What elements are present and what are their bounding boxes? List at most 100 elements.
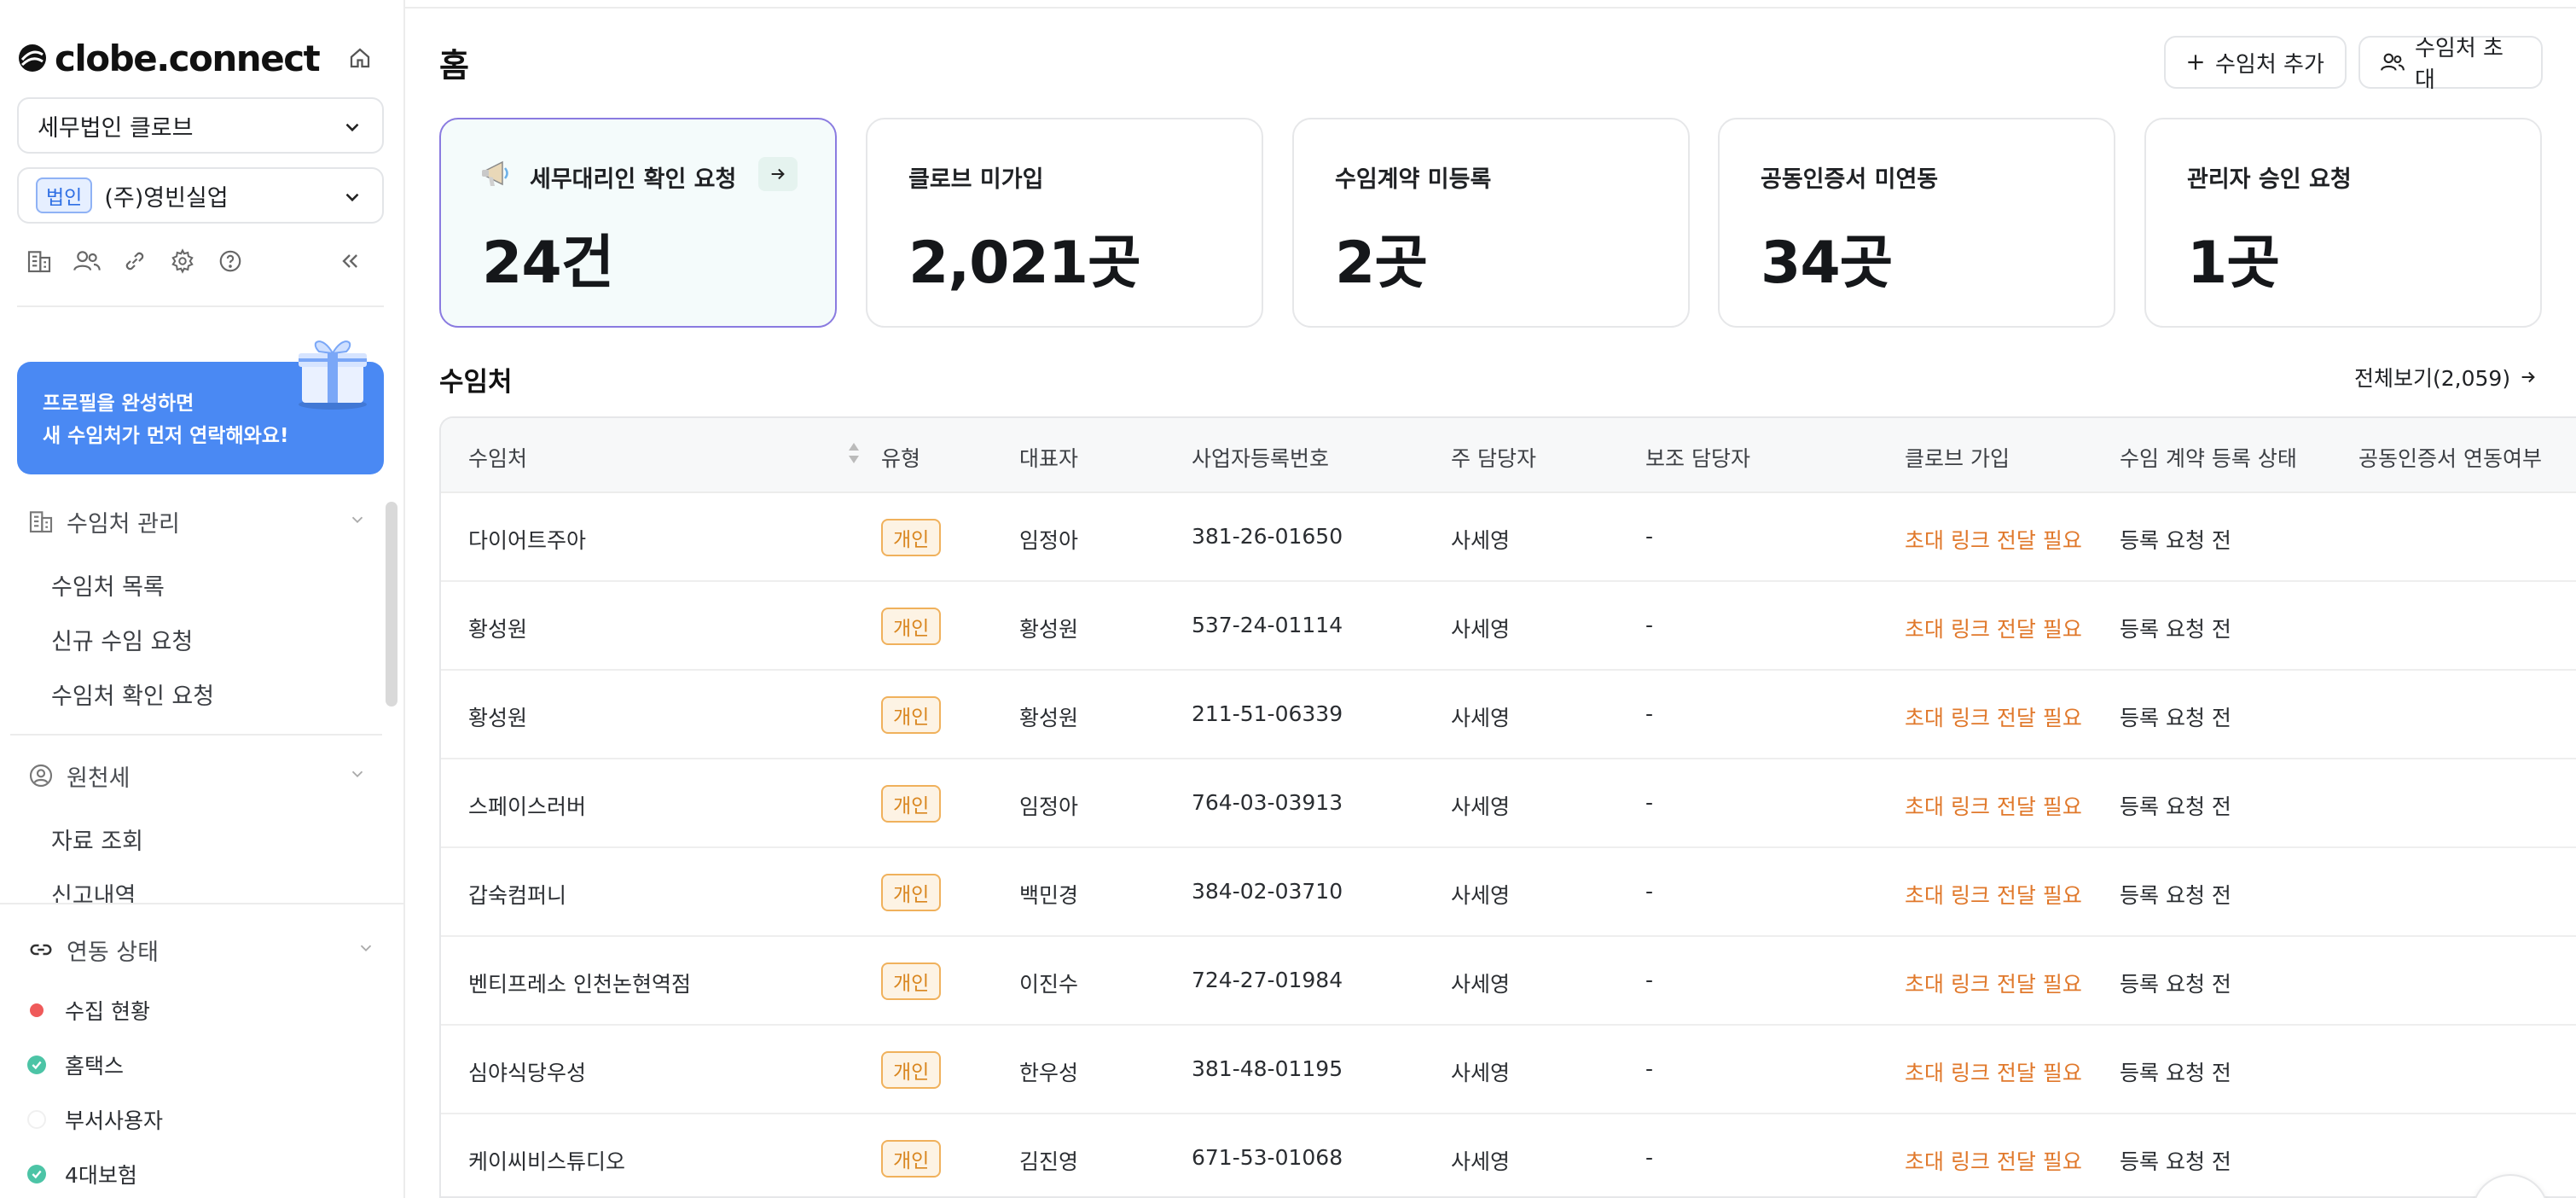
view-all-link[interactable]: 전체보기(2,059)	[2354, 362, 2538, 393]
card-label: 관리자 승인 요청	[2187, 166, 2352, 193]
main-manager: 사세영	[1451, 794, 1511, 819]
link-icon	[26, 934, 56, 965]
menu-item-new-request[interactable]: 신규 수임 요청	[51, 623, 193, 656]
clobe-join-status[interactable]: 초대 링크 전달 필요	[1905, 968, 2082, 998]
clobe-join-status[interactable]: 초대 링크 전달 필요	[1905, 701, 2082, 732]
arrow-right-icon	[2521, 371, 2535, 383]
business-number: 724-27-01984	[1192, 968, 1343, 992]
home-icon	[350, 48, 370, 68]
invite-client-button[interactable]: 수임처 초대	[2358, 36, 2543, 93]
main-manager: 사세영	[1451, 972, 1511, 997]
business-number: 537-24-01114	[1192, 613, 1343, 637]
business-number: 764-03-03913	[1192, 790, 1343, 815]
status-item-label: 수집 현황	[65, 999, 150, 1024]
collapse-sidebar-button[interactable]	[333, 244, 367, 278]
table-row[interactable]: 황성원 개인 황성원 537-24-01114 사세영 - 초대 링크 전달 필…	[441, 582, 2576, 671]
ceo-name: 이진수	[1019, 972, 1079, 997]
link-status-title: 연동 상태	[67, 939, 159, 966]
type-badge: 개인	[881, 696, 942, 734]
card-value: 2곳	[1335, 230, 1428, 297]
table-row[interactable]: 벤티프레소 인천논현역점 개인 이진수 724-27-01984 사세영 - 초…	[441, 937, 2576, 1026]
contract-status: 등록 요청 전	[2120, 794, 2231, 819]
org-select[interactable]: 세무법인 클로브	[17, 97, 384, 154]
main-manager: 사세영	[1451, 1149, 1511, 1174]
client-name: 스페이스러버	[468, 794, 587, 819]
business-number: 671-53-01068	[1192, 1145, 1343, 1170]
link-icon	[125, 252, 144, 270]
logo-text: clobe.connect	[55, 37, 321, 79]
status-item-dept-user[interactable]: 부서사용자	[27, 1104, 163, 1135]
settings-button[interactable]	[165, 244, 200, 278]
users-button[interactable]	[70, 244, 104, 278]
client-name: 갑숙컴퍼니	[468, 883, 567, 908]
divider	[10, 734, 382, 736]
ceo-name: 황성원	[1019, 706, 1079, 730]
add-client-button[interactable]: 수임처 추가	[2164, 36, 2347, 89]
plus-icon	[2184, 51, 2207, 73]
table-row[interactable]: 황성원 개인 황성원 211-51-06339 사세영 - 초대 링크 전달 필…	[441, 671, 2576, 759]
card-admin-approval[interactable]: 관리자 승인 요청 1곳	[2144, 118, 2542, 328]
table-row[interactable]: 케이씨비스튜디오 개인 김진영 671-53-01068 사세영 - 초대 링크…	[441, 1114, 2576, 1196]
menu-item-client-confirm[interactable]: 수임처 확인 요청	[51, 678, 214, 711]
help-button[interactable]	[213, 244, 247, 278]
home-button[interactable]	[339, 38, 380, 79]
status-item-collection[interactable]: 수집 현황	[27, 995, 150, 1026]
menu-item-client-list[interactable]: 수임처 목록	[51, 568, 165, 602]
main-manager: 사세영	[1451, 883, 1511, 908]
link-status-header[interactable]: 연동 상태	[26, 930, 375, 969]
sub-manager: -	[1645, 613, 1654, 637]
client-select[interactable]: 법인 (주)영빈실업	[17, 167, 384, 224]
menu-client-management[interactable]: 수임처 관리	[26, 502, 367, 541]
type-badge: 개인	[881, 519, 942, 556]
sub-manager: -	[1645, 968, 1654, 992]
logo[interactable]: clobe.connect	[17, 34, 375, 82]
menu-withholding-tax-label: 원천세	[67, 765, 131, 792]
sub-manager: -	[1645, 879, 1654, 904]
contract-status: 등록 요청 전	[2120, 972, 2231, 997]
link-button[interactable]	[118, 244, 152, 278]
chevron-down-icon	[345, 193, 359, 202]
clobe-join-status[interactable]: 초대 링크 전달 필요	[1905, 790, 2082, 821]
card-contract-unregistered[interactable]: 수임계약 미등록 2곳	[1292, 118, 1690, 328]
sort-icon[interactable]	[846, 440, 862, 466]
sidebar-scrollbar[interactable]	[386, 502, 397, 707]
type-badge: 개인	[881, 1051, 942, 1089]
main-manager: 사세영	[1451, 1061, 1511, 1085]
column-header[interactable]: 수임처	[468, 442, 527, 473]
table-row[interactable]: 스페이스러버 개인 임정아 764-03-03913 사세영 - 초대 링크 전…	[441, 759, 2576, 848]
company-button[interactable]	[22, 244, 56, 278]
table-row[interactable]: 심야식당우성 개인 한우성 381-48-01195 사세영 - 초대 링크 전…	[441, 1026, 2576, 1114]
column-header: 클로브 가입	[1905, 446, 2010, 471]
card-agent-confirm-request[interactable]: 세무대리인 확인 요청 24건	[439, 118, 837, 328]
menu-item-data-lookup[interactable]: 자료 조회	[51, 823, 143, 856]
users-icon	[2379, 50, 2406, 74]
clobe-join-status[interactable]: 초대 링크 전달 필요	[1905, 613, 2082, 643]
type-badge: 개인	[881, 608, 942, 645]
ceo-name: 황성원	[1019, 617, 1079, 642]
table-row[interactable]: 다이어트주아 개인 임정아 381-26-01650 사세영 - 초대 링크 전…	[441, 493, 2576, 582]
column-header: 주 담당자	[1451, 446, 1536, 471]
card-clobe-unregistered[interactable]: 클로브 미가입 2,021곳	[866, 118, 1263, 328]
type-badge: 개인	[881, 785, 942, 823]
clients-section-title: 수임처	[439, 367, 513, 398]
clobe-join-status[interactable]: 초대 링크 전달 필요	[1905, 524, 2082, 555]
sub-manager: -	[1645, 1056, 1654, 1081]
card-cert-unlinked[interactable]: 공동인증서 미연동 34곳	[1718, 118, 2115, 328]
status-item-hometax[interactable]: 홈택스	[27, 1050, 124, 1080]
empty-circle-icon	[27, 1110, 46, 1129]
menu-withholding-tax[interactable]: 원천세	[26, 756, 367, 795]
clobe-join-status[interactable]: 초대 링크 전달 필요	[1905, 1145, 2082, 1176]
status-item-label: 홈택스	[65, 1054, 125, 1079]
clobe-join-status[interactable]: 초대 링크 전달 필요	[1905, 1056, 2082, 1087]
card-arrow-button[interactable]	[758, 157, 798, 191]
gift-icon	[299, 340, 367, 410]
status-item-insurance[interactable]: 4대보험	[27, 1159, 137, 1189]
type-badge: 개인	[881, 962, 942, 1000]
table-row[interactable]: 갑숙컴퍼니 개인 백민경 384-02-03710 사세영 - 초대 링크 전달…	[441, 848, 2576, 937]
business-number: 211-51-06339	[1192, 701, 1343, 726]
link-status-section: 연동 상태 수집 현황 홈택스 부서사용자 4대보험	[0, 903, 403, 1198]
clobe-join-status[interactable]: 초대 링크 전달 필요	[1905, 879, 2082, 910]
card-value: 1곳	[2187, 230, 2280, 297]
sidebar: clobe.connect 세무법인 클로브 법인 (주)영빈실업 프로필을 완…	[0, 0, 405, 1198]
main-manager: 사세영	[1451, 528, 1511, 553]
